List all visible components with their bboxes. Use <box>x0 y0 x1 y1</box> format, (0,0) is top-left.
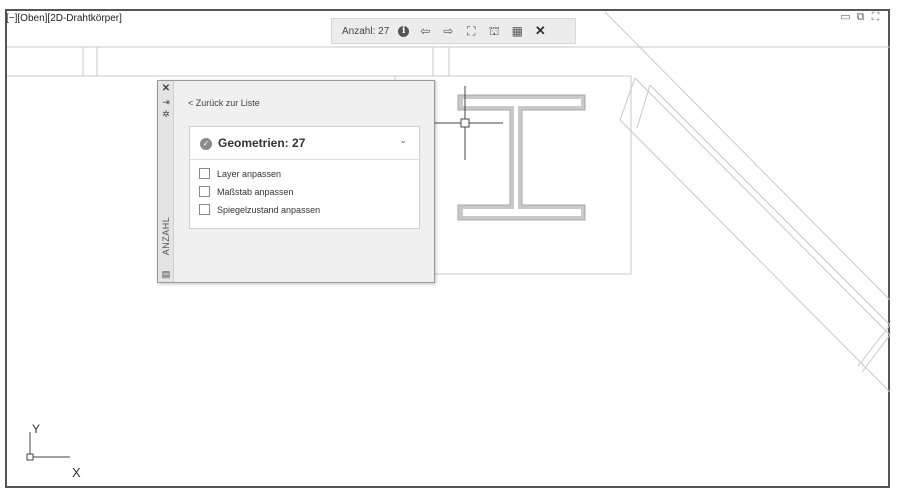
diagonal-line <box>857 324 891 367</box>
close-icon[interactable]: ✕ <box>533 24 547 38</box>
diagonal-line <box>619 119 891 393</box>
option-label: Layer anpassen <box>217 168 282 179</box>
count-toolbar: Anzahl: 27 i ⇦ ⇨ ⛶ ⛫ ▦ ✕ <box>331 18 576 44</box>
diagonal-line <box>861 334 891 373</box>
option-label: Spiegelzustand anpassen <box>217 204 321 215</box>
i-beam-shape <box>457 94 586 221</box>
next-arrow-icon[interactable]: ⇨ <box>441 24 455 38</box>
count-palette: ✕ ⇥ ✲ ANZAHL ▤ < Zurück zur Liste ✓ Geom… <box>157 80 435 283</box>
option-layer-anpassen[interactable]: Layer anpassen <box>199 167 281 180</box>
properties-icon[interactable]: ✲ <box>160 109 172 119</box>
diagonal-line <box>649 84 891 326</box>
palette-title: ANZAHL <box>161 216 171 256</box>
diagonal-line <box>636 84 651 129</box>
diagonal-line <box>619 77 636 121</box>
insert-count-table-icon[interactable]: ▦ <box>510 24 524 38</box>
viewport-window-controls: ▭ ⧉ ⛶ <box>840 12 881 23</box>
viewport-controls-label[interactable]: [−][Oben][2D-Drahtkörper] <box>6 13 122 24</box>
layer-anpassen-checkbox[interactable] <box>199 168 210 179</box>
count-label: Anzahl: 27 <box>342 25 390 37</box>
palette-title-strip[interactable]: ✕ ⇥ ✲ ANZAHL ▤ <box>158 81 174 282</box>
back-to-list-link[interactable]: < Zurück zur Liste <box>188 98 260 108</box>
close-icon[interactable]: ✕ <box>160 84 172 94</box>
check-circle-icon: ✓ <box>200 138 212 150</box>
massstab-anpassen-checkbox[interactable] <box>199 186 210 197</box>
spiegelzustand-anpassen-checkbox[interactable] <box>199 204 210 215</box>
geometry-group-header[interactable]: ✓ Geometrien: 27 ⌄ <box>190 127 419 160</box>
option-massstab-anpassen[interactable]: Maßstab anpassen <box>199 185 294 198</box>
drawing-viewport[interactable]: [−][Oben][2D-Drahtkörper] ▭ ⧉ ⛶ Anzahl: … <box>0 0 897 494</box>
previous-arrow-icon[interactable]: ⇦ <box>418 24 432 38</box>
ucs-x-label: X <box>72 465 81 480</box>
maximize-icon[interactable]: ⛶ <box>870 12 881 23</box>
drawing-canvas[interactable] <box>0 0 897 494</box>
zoom-extents-icon[interactable]: ⛶ <box>464 24 478 38</box>
chevron-down-icon[interactable]: ⌄ <box>399 135 407 146</box>
geometry-group-card: ✓ Geometrien: 27 ⌄ Layer anpassen Maßsta… <box>189 126 420 229</box>
restore-icon[interactable]: ⧉ <box>855 12 866 23</box>
menu-icon[interactable]: ▤ <box>160 269 172 279</box>
option-spiegelzustand-anpassen[interactable]: Spiegelzustand anpassen <box>199 203 320 216</box>
diagonal-line <box>604 11 891 301</box>
diagonal-line <box>634 77 891 336</box>
geometry-group-title: Geometrien: 27 <box>218 136 306 150</box>
option-label: Maßstab anpassen <box>217 186 294 197</box>
minimize-icon[interactable]: ▭ <box>840 12 851 23</box>
ucs-y-label: Y <box>32 422 41 436</box>
replace-block-icon[interactable]: ⛫ <box>487 24 501 38</box>
info-icon[interactable]: i <box>398 25 410 37</box>
autohide-icon[interactable]: ⇥ <box>160 97 172 107</box>
